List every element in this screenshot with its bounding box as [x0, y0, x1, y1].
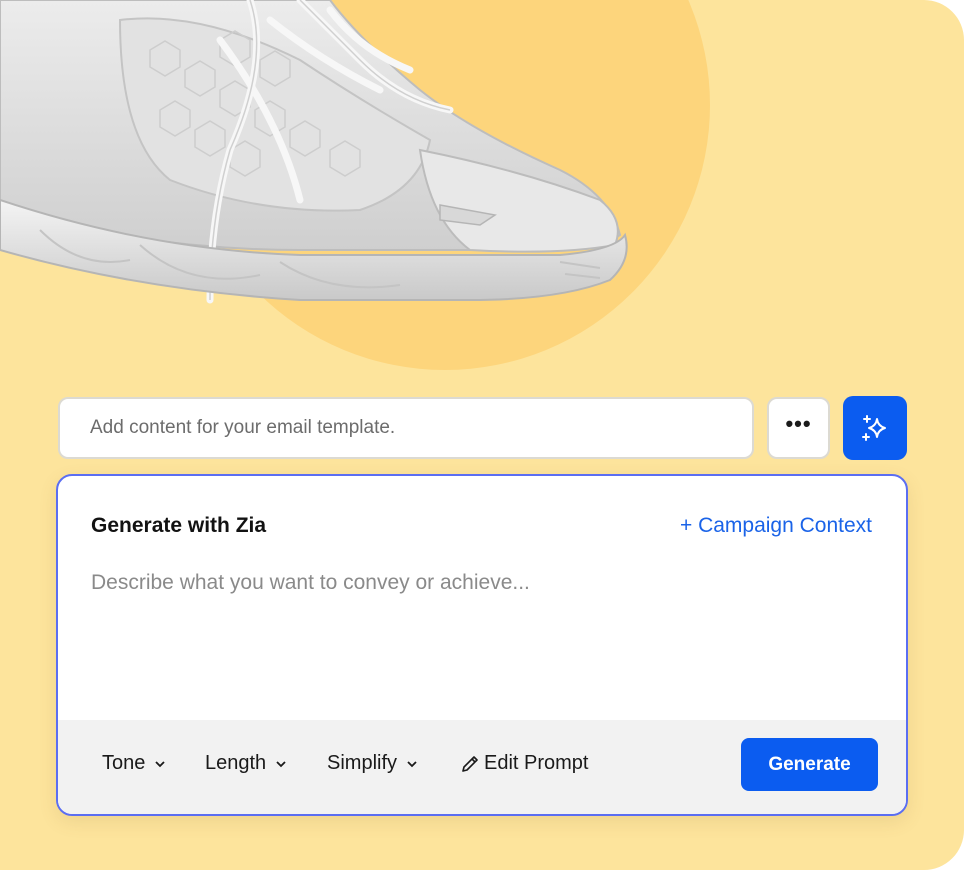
description-input[interactable]: Describe what you want to convey or achi… — [91, 571, 530, 595]
ai-generate-button[interactable] — [843, 396, 907, 460]
more-options-button[interactable]: ••• — [767, 397, 830, 459]
tone-dropdown[interactable]: Tone — [102, 752, 167, 775]
chevron-down-icon — [407, 760, 417, 767]
chevron-down-icon — [276, 760, 286, 767]
length-label: Length — [205, 752, 267, 774]
email-content-input[interactable]: Add content for your email template. — [58, 397, 754, 459]
generate-with-zia-panel: Generate with Zia + Campaign Context Des… — [56, 474, 908, 816]
panel-toolbar: Tone Length Simplify Edit Prompt Generat… — [58, 720, 906, 814]
sparkle-icon — [862, 415, 886, 441]
simplify-label: Simplify — [327, 752, 398, 774]
email-content-placeholder: Add content for your email template. — [90, 417, 396, 438]
simplify-dropdown[interactable]: Simplify — [327, 752, 419, 775]
panel-title: Generate with Zia — [91, 514, 267, 537]
ellipsis-icon: ••• — [785, 411, 812, 436]
pencil-icon — [462, 755, 478, 772]
tone-label: Tone — [102, 752, 146, 774]
generate-button[interactable]: Generate — [741, 738, 878, 791]
add-campaign-context-link[interactable]: + Campaign Context — [680, 514, 872, 538]
edit-prompt-button[interactable]: Edit Prompt — [460, 752, 588, 775]
sneaker-image — [0, 0, 628, 304]
edit-prompt-label: Edit Prompt — [484, 752, 589, 774]
chevron-down-icon — [155, 760, 166, 767]
length-dropdown[interactable]: Length — [205, 752, 288, 775]
